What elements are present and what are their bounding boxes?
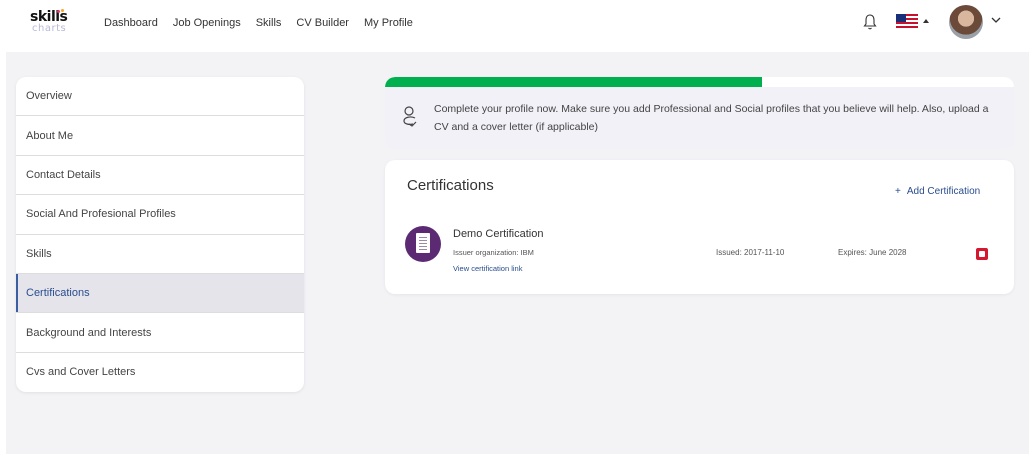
certificate-icon	[405, 226, 441, 262]
certification-expiry: Expires: June 2028	[838, 248, 907, 257]
plus-icon: +	[895, 186, 901, 197]
chevron-down-icon[interactable]	[990, 15, 1002, 25]
top-navbar: skills charts Dashboard Job Openings Ski…	[0, 0, 1035, 50]
logo-dot	[61, 9, 64, 12]
main-nav: Dashboard Job Openings Skills CV Builder…	[104, 17, 428, 29]
sidebar-item-certifications[interactable]: Certifications	[16, 273, 304, 314]
nav-skills[interactable]: Skills	[256, 17, 282, 29]
certifications-title: Certifications	[407, 177, 494, 194]
nav-dashboard[interactable]: Dashboard	[104, 17, 158, 29]
nav-cv-builder[interactable]: CV Builder	[296, 17, 349, 29]
add-certification-button[interactable]: + Add Certification	[895, 186, 980, 197]
progress-track	[385, 77, 1014, 87]
profile-completion-message: Complete your profile now. Make sure you…	[434, 103, 989, 133]
nav-my-profile[interactable]: My Profile	[364, 17, 413, 29]
delete-certification-icon[interactable]	[976, 248, 988, 260]
certification-issuer: Issuer organization: IBM	[453, 248, 534, 257]
sidebar-item-social-profiles[interactable]: Social And Profesional Profiles	[16, 195, 304, 235]
certification-issued-date: Issued: 2017-11-10	[716, 248, 785, 257]
sidebar-item-overview[interactable]: Overview	[16, 77, 304, 117]
us-flag-icon[interactable]	[896, 14, 918, 28]
sidebar-item-skills[interactable]: Skills	[16, 235, 304, 274]
caret-up-icon[interactable]	[923, 19, 929, 23]
logo-text-bottom: charts	[32, 23, 67, 34]
certification-row: Demo Certification Issuer organization: …	[405, 224, 1000, 274]
view-certification-link[interactable]: View certification link	[453, 264, 522, 273]
profile-sidebar: Overview About Me Contact Details Social…	[16, 77, 304, 392]
nav-job-openings[interactable]: Job Openings	[173, 17, 241, 29]
logo-dot	[57, 10, 60, 13]
bell-icon[interactable]	[863, 13, 877, 31]
user-check-icon	[403, 106, 417, 127]
avatar[interactable]	[949, 5, 983, 39]
sidebar-item-background-interests[interactable]: Background and Interests	[16, 313, 304, 353]
sidebar-item-cvs-cover-letters[interactable]: Cvs and Cover Letters	[16, 353, 304, 392]
skills-charts-logo[interactable]: skills charts	[30, 9, 74, 39]
certification-name: Demo Certification	[453, 228, 544, 240]
certifications-card: Certifications + Add Certification Demo C…	[385, 160, 1014, 294]
sidebar-item-contact-details[interactable]: Contact Details	[16, 156, 304, 196]
add-certification-label: Add Certification	[906, 186, 981, 197]
profile-completion-banner: Complete your profile now. Make sure you…	[385, 77, 1014, 149]
sidebar-item-about-me[interactable]: About Me	[16, 116, 304, 156]
progress-fill	[385, 77, 763, 87]
